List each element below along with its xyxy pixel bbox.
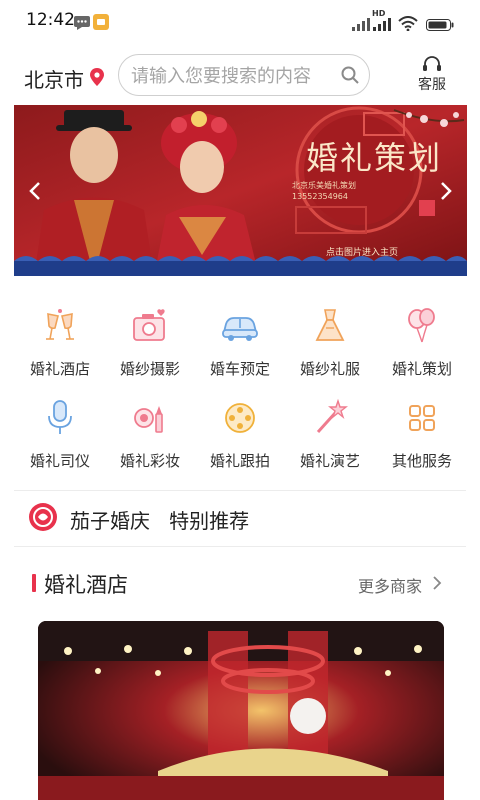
category-label: 婚礼司仪 bbox=[29, 452, 90, 470]
headset-icon bbox=[423, 56, 441, 71]
promo-banner[interactable]: 婚礼策划 北京乐美婚礼策划 13552354964 点击图片进入主页 bbox=[14, 105, 467, 276]
banner-title: 婚礼策划 bbox=[306, 139, 443, 177]
category-label: 婚纱礼服 bbox=[299, 360, 360, 378]
top-bar: 北京市 客服 bbox=[0, 50, 480, 100]
more-merchants-link[interactable]: 更多商家 bbox=[358, 573, 422, 597]
section-title: 婚礼酒店 bbox=[44, 573, 128, 597]
category-other-services[interactable]: 其他服务 bbox=[374, 398, 470, 471]
champagne-glasses-icon bbox=[46, 309, 74, 340]
category-wedding-makeup[interactable]: 婚礼彩妆 bbox=[102, 398, 198, 471]
wedding-dress-icon bbox=[315, 309, 345, 341]
search-icon[interactable] bbox=[341, 66, 359, 84]
divider bbox=[14, 490, 466, 491]
hotel-image[interactable] bbox=[38, 621, 444, 800]
message-icon bbox=[74, 16, 90, 30]
category-wedding-planning[interactable]: 婚礼策划 bbox=[374, 306, 470, 379]
signal-icon-2 bbox=[373, 18, 391, 31]
category-wedding-photography[interactable]: 婚纱摄影 bbox=[102, 306, 198, 379]
search-input[interactable] bbox=[129, 61, 338, 91]
city-selector[interactable]: 北京市 bbox=[24, 64, 84, 93]
grid-squares-icon bbox=[409, 405, 435, 431]
category-wedding-car[interactable]: 婚车预定 bbox=[192, 306, 288, 379]
banner-next-arrow-icon[interactable] bbox=[439, 181, 453, 201]
car-icon bbox=[222, 317, 258, 341]
category-label: 婚礼彩妆 bbox=[119, 452, 180, 470]
battery-icon bbox=[426, 19, 454, 31]
banner-image[interactable] bbox=[14, 105, 467, 276]
balloons-icon bbox=[408, 308, 435, 343]
category-label: 其他服务 bbox=[391, 452, 452, 470]
film-reel-icon bbox=[225, 403, 255, 433]
magic-wand-icon bbox=[316, 398, 348, 434]
category-wedding-hotel[interactable]: 婚礼酒店 bbox=[12, 306, 108, 379]
customer-service-label: 客服 bbox=[418, 77, 446, 93]
category-wedding-videography[interactable]: 婚礼跟拍 bbox=[192, 398, 288, 471]
category-label: 婚纱摄影 bbox=[119, 360, 180, 378]
chevron-right-icon[interactable] bbox=[432, 576, 442, 590]
makeup-icon bbox=[134, 406, 163, 433]
signal-icon bbox=[352, 18, 370, 31]
category-label: 婚礼演艺 bbox=[299, 452, 360, 470]
category-label: 婚礼酒店 bbox=[29, 360, 90, 378]
customer-service-button[interactable]: 客服 bbox=[410, 54, 454, 94]
search-bar[interactable] bbox=[118, 54, 370, 96]
hotel-photo[interactable] bbox=[38, 621, 444, 800]
category-label: 婚礼策划 bbox=[391, 360, 452, 378]
section-accent-bar bbox=[32, 574, 36, 592]
category-wedding-performance[interactable]: 婚礼演艺 bbox=[282, 398, 378, 471]
camera-heart-icon bbox=[133, 309, 165, 341]
banner-phone: 13552354964 bbox=[292, 192, 348, 201]
divider bbox=[14, 546, 466, 547]
recommend-text: 茄子婚庆 特别推荐 bbox=[70, 509, 250, 533]
microphone-icon bbox=[48, 400, 72, 434]
category-wedding-dress[interactable]: 婚纱礼服 bbox=[282, 306, 378, 379]
wifi-icon bbox=[398, 16, 418, 31]
hd-label: HD bbox=[372, 9, 386, 18]
category-label: 婚车预定 bbox=[209, 360, 270, 378]
status-time: 12:42 bbox=[26, 10, 75, 30]
category-wedding-mc[interactable]: 婚礼司仪 bbox=[12, 398, 108, 471]
location-pin-icon[interactable] bbox=[90, 68, 104, 86]
category-label: 婚礼跟拍 bbox=[209, 452, 270, 470]
app-notification-icon bbox=[93, 14, 109, 30]
brand-logo-icon bbox=[29, 503, 57, 531]
status-bar: 12:42 HD bbox=[0, 0, 480, 44]
banner-prev-arrow-icon[interactable] bbox=[28, 181, 42, 201]
banner-company: 北京乐美婚礼策划 bbox=[292, 181, 356, 190]
banner-link-text[interactable]: 点击图片进入主页 bbox=[326, 245, 398, 258]
